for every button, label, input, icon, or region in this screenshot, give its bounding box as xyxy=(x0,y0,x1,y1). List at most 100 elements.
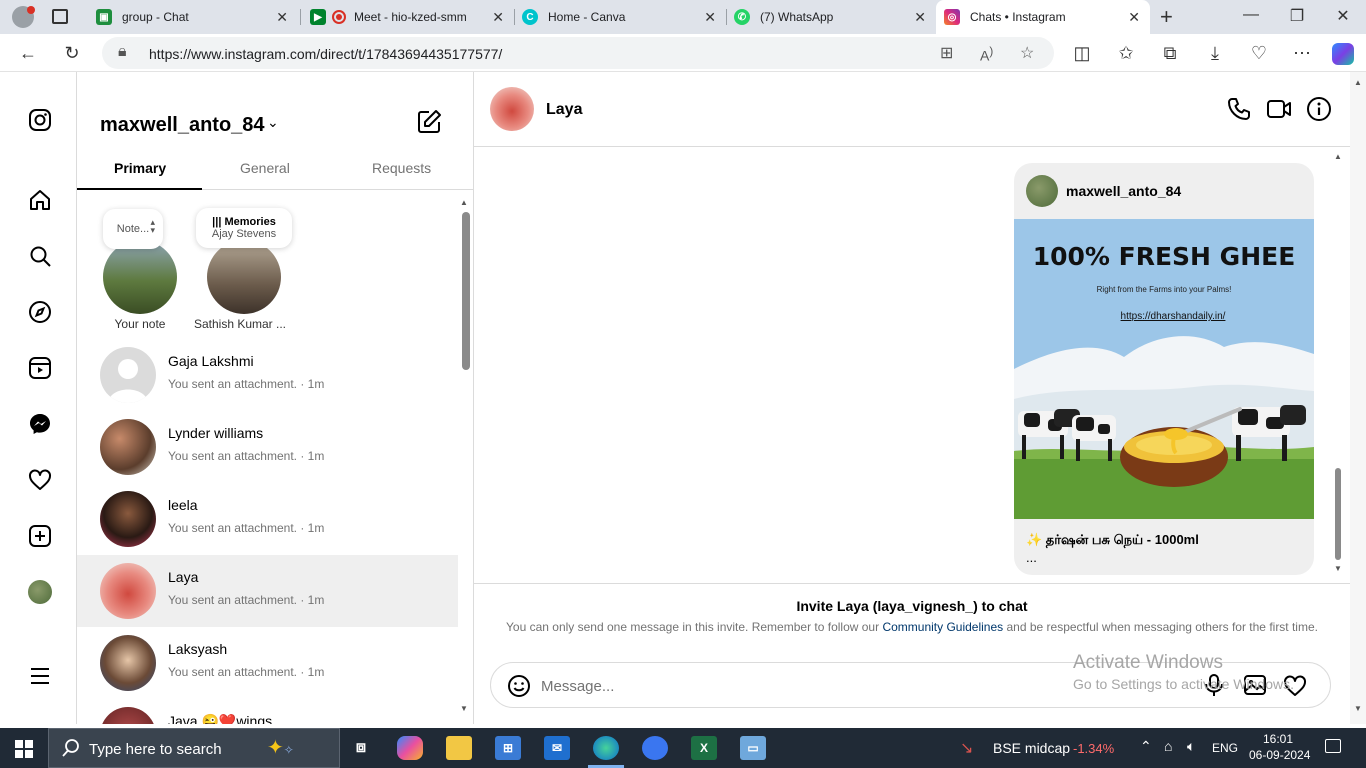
task-view-icon[interactable]: ⧈ xyxy=(348,736,374,760)
tab-actions-icon[interactable] xyxy=(52,9,68,24)
input-language[interactable]: ENG xyxy=(1212,741,1238,755)
close-icon[interactable]: ✕ xyxy=(914,9,926,26)
conversation-row[interactable]: leela You sent an attachment. · 1m xyxy=(77,483,458,555)
account-switcher[interactable]: maxwell_anto_84 xyxy=(100,114,265,137)
network-icon[interactable]: ⌂ xyxy=(1164,738,1172,754)
close-icon[interactable]: ✕ xyxy=(1128,9,1140,26)
contact-name[interactable]: Laya xyxy=(546,101,582,119)
new-tab-icon[interactable]: + xyxy=(1160,4,1173,30)
compose-icon[interactable] xyxy=(415,108,443,136)
post-author-username[interactable]: maxwell_anto_84 xyxy=(1066,183,1181,199)
volume-icon[interactable]: 🔈︎ xyxy=(1187,738,1195,755)
shared-post-message[interactable]: maxwell_anto_84 100% FRESH GHEE Right fr… xyxy=(1014,163,1314,575)
tab-canva[interactable]: C Home - Canva ✕ xyxy=(514,0,726,34)
address-bar[interactable]: 🔒︎ https://www.instagram.com/direct/t/17… xyxy=(102,37,1054,69)
copilot-icon[interactable] xyxy=(1332,43,1354,65)
post-image[interactable]: 100% FRESH GHEE Right from the Farms int… xyxy=(1014,219,1314,519)
invite-text: You can only send one message in this in… xyxy=(506,620,1318,634)
note-bubble[interactable]: Note... ▴ ▾ xyxy=(103,209,163,249)
photos-icon[interactable]: ▭ xyxy=(740,736,766,760)
close-icon[interactable]: ✕ xyxy=(492,9,504,26)
post-author-avatar[interactable] xyxy=(1026,175,1058,207)
contact-avatar[interactable] xyxy=(490,87,534,131)
tab-requests[interactable]: Requests xyxy=(372,160,431,176)
collections-icon[interactable]: ⧉ xyxy=(1158,42,1182,64)
conversation-preview: You sent an attachment. · 1m xyxy=(168,593,325,607)
more-menu-icon[interactable]: ⋯ xyxy=(1290,42,1314,64)
community-guidelines-link[interactable]: Community Guidelines xyxy=(882,620,1003,634)
chevron-down-icon[interactable]: ⌄ xyxy=(267,114,279,131)
explore-icon[interactable] xyxy=(26,298,54,326)
phone-call-icon[interactable] xyxy=(1226,96,1252,122)
clock-time[interactable]: 16:01 xyxy=(1263,732,1293,746)
close-icon[interactable]: ✕ xyxy=(276,9,288,26)
close-icon[interactable]: ✕ xyxy=(704,9,716,26)
reload-icon[interactable]: ↻ xyxy=(60,42,84,64)
edge-icon[interactable] xyxy=(593,736,619,760)
avatar xyxy=(100,707,156,724)
window-close-icon[interactable]: ✕ xyxy=(1320,6,1366,26)
profile-avatar[interactable] xyxy=(12,6,35,28)
read-aloud-icon[interactable]: A) xyxy=(980,45,993,64)
reels-icon[interactable] xyxy=(26,354,54,382)
tab-label: Home - Canva xyxy=(548,10,626,24)
url-text[interactable]: https://www.instagram.com/direct/t/17843… xyxy=(149,46,502,62)
post-caption-more[interactable]: ... xyxy=(1026,550,1037,565)
home-icon[interactable] xyxy=(26,186,54,214)
lock-icon[interactable]: 🔒︎ xyxy=(118,43,127,61)
page-scrollbar[interactable]: ▲ ▼ xyxy=(1350,72,1366,724)
stock-name[interactable]: BSE midcap xyxy=(993,740,1070,756)
video-call-icon[interactable] xyxy=(1266,96,1292,122)
stock-change[interactable]: -1.34% xyxy=(1073,741,1114,756)
tray-overflow-icon[interactable]: ⌃ xyxy=(1140,738,1152,755)
profile-avatar[interactable] xyxy=(26,578,54,606)
app-available-icon[interactable]: ⊞ xyxy=(940,43,953,63)
restore-icon[interactable]: ❐ xyxy=(1274,6,1320,26)
friend-note-avatar[interactable] xyxy=(207,240,281,314)
tab-primary[interactable]: Primary xyxy=(114,160,166,176)
browser-essentials-icon[interactable]: ♡ xyxy=(1247,42,1271,64)
favorites-icon[interactable]: ✩ xyxy=(1114,42,1138,64)
file-explorer-icon[interactable] xyxy=(446,736,472,760)
conversation-info-icon[interactable] xyxy=(1306,96,1332,122)
conversation-row[interactable]: Lynder williams You sent an attachment. … xyxy=(77,411,458,483)
notifications-icon[interactable] xyxy=(1325,739,1341,753)
tab-meet[interactable]: ▶ Meet - hio-kzed-smm ✕ xyxy=(302,0,514,34)
inbox-scrollbar-thumb[interactable] xyxy=(462,212,470,370)
conversation-row[interactable]: Java 😜❤️wings xyxy=(77,699,458,724)
search-placeholder: Type here to search xyxy=(89,741,222,758)
windows-start-icon[interactable] xyxy=(15,740,33,758)
tab-whatsapp[interactable]: ✆ (7) WhatsApp ✕ xyxy=(726,0,936,34)
notifications-heart-icon[interactable] xyxy=(26,466,54,494)
create-icon[interactable] xyxy=(26,522,54,550)
inbox-panel: maxwell_anto_84 ⌄ Primary General Reques… xyxy=(77,72,474,724)
chat-scrollbar[interactable]: ▲ ▼ xyxy=(1332,152,1344,582)
signal-app-icon[interactable] xyxy=(642,736,668,760)
mail-icon[interactable]: ✉ xyxy=(544,736,570,760)
excel-icon[interactable]: X xyxy=(691,736,717,760)
conversation-row[interactable]: Gaja Lakshmi You sent an attachment. · 1… xyxy=(77,339,458,411)
minimize-icon[interactable]: — xyxy=(1228,6,1274,24)
split-screen-icon[interactable]: ◫ xyxy=(1070,42,1094,64)
friend-note-bubble[interactable]: ||| Memories Ajay Stevens xyxy=(196,208,292,248)
menu-icon[interactable] xyxy=(26,662,54,690)
search-icon[interactable] xyxy=(26,242,54,270)
conversation-row-selected[interactable]: Laya You sent an attachment. · 1m xyxy=(77,555,458,627)
favorite-star-icon[interactable]: ☆ xyxy=(1020,43,1034,63)
emoji-icon[interactable] xyxy=(507,674,531,703)
tab-general[interactable]: General xyxy=(240,160,290,176)
your-note-avatar[interactable] xyxy=(103,240,177,314)
copilot-app-icon[interactable] xyxy=(397,736,423,760)
conversation-row[interactable]: Laksyash You sent an attachment. · 1m xyxy=(77,627,458,699)
tab-group-chat[interactable]: ▣ group - Chat ✕ xyxy=(88,0,298,34)
store-icon[interactable]: ⊞ xyxy=(495,736,521,760)
downloads-icon[interactable]: ⤓ xyxy=(1203,42,1227,64)
back-icon[interactable]: ← xyxy=(16,42,40,64)
tab-instagram[interactable]: ◎ Chats • Instagram ✕ xyxy=(936,0,1150,34)
clock-date[interactable]: 06-09-2024 xyxy=(1249,748,1310,762)
instagram-nav-rail xyxy=(4,72,77,724)
instagram-logo-icon[interactable] xyxy=(26,106,54,134)
messenger-icon[interactable] xyxy=(26,410,54,438)
message-input[interactable] xyxy=(541,675,1061,697)
taskbar-search[interactable]: Type here to search ✦✧ xyxy=(48,728,340,768)
